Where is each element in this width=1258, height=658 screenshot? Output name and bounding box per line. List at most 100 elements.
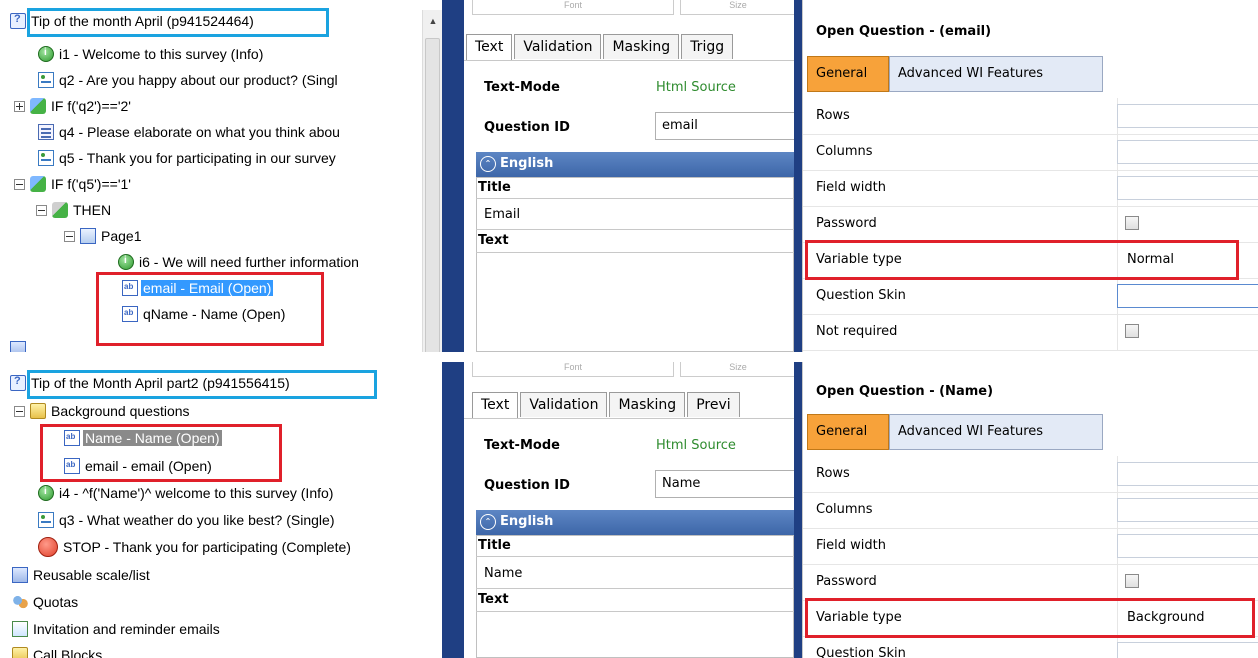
quota-icon (12, 594, 28, 610)
question-editor-bottom: Font Size Text Validation Masking Previ … (464, 362, 794, 658)
tab-advanced-wi-features[interactable]: Advanced WI Features (889, 414, 1103, 450)
tab-text[interactable]: Text (466, 34, 513, 61)
tree-node[interactable]: q4 - Please elaborate on what you think … (38, 121, 342, 143)
tree-node[interactable]: Invitation and reminder emails (12, 618, 222, 640)
tree-node[interactable]: q5 - Thank you for participating in our … (38, 147, 338, 169)
tab-general[interactable]: General (807, 56, 889, 92)
property-label: Rows (816, 108, 850, 123)
rows-input[interactable] (1117, 104, 1258, 128)
survey-title-highlight (27, 370, 377, 399)
columns-input[interactable] (1117, 140, 1258, 164)
field-width-input[interactable] (1117, 176, 1258, 200)
expand-icon[interactable] (14, 100, 25, 112)
info-icon (38, 485, 54, 501)
tree-node[interactable]: q2 - Are you happy about our product? (S… (38, 69, 340, 91)
panel-separator (0, 352, 1258, 362)
property-row-rows: Rows (803, 456, 1258, 493)
property-label: Columns (816, 144, 873, 159)
title-value[interactable]: Name (484, 566, 522, 581)
collapse-icon[interactable] (14, 178, 25, 190)
open-questions-highlight (96, 272, 324, 346)
tab-validation[interactable]: Validation (514, 34, 602, 59)
tree-node-label: IF f('q5')=='1' (51, 176, 131, 192)
survey-tree-top: Tip of the month April (p941524464) i1 -… (0, 0, 442, 352)
tab-text[interactable]: Text (472, 392, 519, 419)
language-body (476, 535, 794, 658)
property-label: Field width (816, 180, 886, 195)
background-questions-highlight (40, 424, 282, 482)
tree-node[interactable]: IF f('q2')=='2' (14, 95, 133, 117)
rows-input[interactable] (1117, 462, 1258, 486)
language-header[interactable]: ⌃ English (476, 152, 794, 177)
tree-node[interactable]: Background questions (14, 400, 192, 422)
scale-icon (10, 341, 26, 352)
not-required-checkbox[interactable] (1125, 324, 1139, 338)
info-icon (38, 46, 54, 62)
splitter[interactable] (442, 0, 464, 352)
tree-node[interactable]: q3 - What weather do you like best? (Sin… (38, 509, 336, 531)
collapse-icon[interactable] (14, 405, 25, 417)
collapse-icon[interactable] (64, 230, 75, 242)
title-value[interactable]: Email (484, 207, 520, 222)
language-header[interactable]: ⌃ English (476, 510, 794, 535)
collapse-up-icon[interactable]: ⌃ (480, 155, 496, 172)
question-skin-input[interactable] (1117, 284, 1258, 308)
collapse-icon[interactable] (36, 204, 47, 216)
scroll-up-icon[interactable]: ▲ (424, 12, 442, 30)
tree-node[interactable]: i1 - Welcome to this survey (Info) (38, 43, 265, 65)
tree-node[interactable]: STOP - Thank you for participating (Comp… (38, 536, 353, 558)
scroll-thumb[interactable] (425, 38, 440, 352)
text-mode-label: Text-Mode (484, 438, 560, 453)
tree-node-label: Reusable scale/list (33, 567, 150, 583)
tree-node-label: IF f('q2')=='2' (51, 98, 131, 114)
property-label: Password (816, 574, 877, 589)
password-checkbox[interactable] (1125, 216, 1139, 230)
tab-validation[interactable]: Validation (520, 392, 608, 417)
tree-node[interactable]: Quotas (12, 591, 80, 613)
condition-icon (30, 176, 46, 192)
text-mode-label: Text-Mode (484, 80, 560, 95)
editor-tabs: Text Validation Masking Trigg (466, 34, 735, 61)
text-mode-value[interactable]: Html Source (656, 438, 736, 453)
survey-title-highlight (27, 8, 329, 37)
tab-preview[interactable]: Previ (687, 392, 740, 417)
tree-node[interactable]: i6 - We will need further information (118, 251, 361, 273)
property-row-password: Password (803, 206, 1258, 243)
question-id-input[interactable]: Name (655, 470, 794, 498)
property-label: Field width (816, 538, 886, 553)
tree-node[interactable]: Reusable scale/list (12, 564, 152, 586)
tree-node[interactable]: i4 - ^f('Name')^ welcome to this survey … (38, 482, 335, 504)
tab-masking[interactable]: Masking (603, 34, 680, 59)
password-checkbox[interactable] (1125, 574, 1139, 588)
question-id-input[interactable]: email (655, 112, 794, 140)
splitter[interactable] (442, 362, 464, 658)
tree-node-label: i6 - We will need further information (139, 254, 359, 270)
splitter[interactable] (794, 0, 802, 352)
tree-scrollbar[interactable]: ▲ (422, 10, 442, 352)
tree-node-label: STOP - Thank you for participating (Comp… (63, 539, 351, 555)
divider (476, 252, 794, 253)
tree-node[interactable]: Page1 (64, 225, 143, 247)
property-row-password: Password (803, 564, 1258, 601)
survey-tree-bottom: Tip of the Month April part2 (p941556415… (0, 362, 442, 658)
single-question-icon (38, 72, 54, 88)
tree-node-partial[interactable] (10, 338, 29, 352)
columns-input[interactable] (1117, 498, 1258, 522)
tree-node[interactable]: THEN (36, 199, 113, 221)
tabs-underline (464, 418, 794, 419)
property-label: Not required (816, 324, 898, 339)
question-id-label: Question ID (484, 120, 570, 135)
text-mode-value[interactable]: Html Source (656, 80, 736, 95)
tree-node[interactable]: Call Blocks (12, 644, 104, 658)
tab-advanced-wi-features[interactable]: Advanced WI Features (889, 56, 1103, 92)
tab-triggers[interactable]: Trigg (681, 34, 734, 59)
tree-node[interactable]: IF f('q5')=='1' (14, 173, 133, 195)
then-icon (52, 202, 68, 218)
collapse-up-icon[interactable]: ⌃ (480, 513, 496, 530)
tab-masking[interactable]: Masking (609, 392, 686, 417)
tab-general[interactable]: General (807, 414, 889, 450)
splitter[interactable] (794, 362, 802, 658)
text-label: Text (478, 233, 509, 248)
field-width-input[interactable] (1117, 534, 1258, 558)
question-skin-input[interactable] (1117, 642, 1258, 658)
